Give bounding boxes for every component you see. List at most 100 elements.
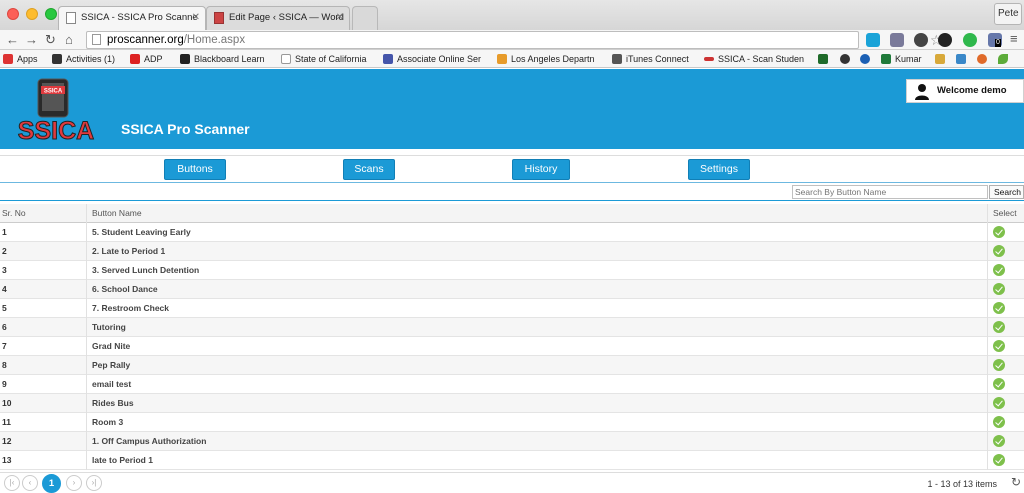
extension-icon[interactable] xyxy=(890,33,904,47)
select-check-icon[interactable] xyxy=(993,397,1005,409)
row-sr-no: 1 xyxy=(0,223,87,242)
column-button-name[interactable]: Button Name xyxy=(88,204,988,223)
bookmark-icon[interactable] xyxy=(860,50,872,68)
table-row[interactable]: 10 Rides Bus xyxy=(0,394,1024,413)
evernote-icon[interactable] xyxy=(963,33,977,47)
bookmark-associate[interactable]: Associate Online Ser xyxy=(383,50,485,68)
table-row[interactable]: 1 5. Student Leaving Early xyxy=(0,223,1024,242)
table-header: Sr. No Button Name Select xyxy=(0,204,1024,223)
select-check-icon[interactable] xyxy=(993,264,1005,276)
bookmark-la-dept[interactable]: Los Angeles Departn xyxy=(497,50,600,68)
brand-title: SSICA Pro Scanner xyxy=(121,121,250,137)
apps-grid-icon xyxy=(3,54,13,64)
search-input[interactable] xyxy=(792,185,988,199)
row-sr-no: 5 xyxy=(0,299,87,318)
apple-icon[interactable] xyxy=(840,50,852,68)
extension-icon[interactable]: 0 xyxy=(988,33,1002,47)
bookmark-blackboard[interactable]: Blackboard Learn xyxy=(180,50,265,68)
menu-icon[interactable]: ≡ xyxy=(1010,31,1018,47)
table-row[interactable]: 13 late to Period 1 xyxy=(0,451,1024,470)
logo-wordmark: SSICA xyxy=(18,117,94,143)
bookmark-apps[interactable]: Apps xyxy=(3,50,38,68)
table-row[interactable]: 2 2. Late to Period 1 xyxy=(0,242,1024,261)
home-icon[interactable]: ⌂ xyxy=(65,32,73,48)
leaf-icon[interactable] xyxy=(998,50,1010,68)
table-row[interactable]: 6 Tutoring xyxy=(0,318,1024,337)
select-check-icon[interactable] xyxy=(993,321,1005,333)
bookmark-ssica-scan[interactable]: SSICA - Scan Studen xyxy=(704,50,808,68)
first-page-icon[interactable]: |‹ xyxy=(4,475,20,491)
new-tab-button[interactable] xyxy=(352,6,378,30)
ssica-logo: SSICA SSICA xyxy=(17,78,95,143)
menu-buttons[interactable]: Buttons xyxy=(164,159,226,180)
page-icon xyxy=(281,54,291,64)
pager-info: 1 - 13 of 13 items xyxy=(927,479,997,489)
forward-icon[interactable]: → xyxy=(25,32,38,48)
close-tab-icon[interactable]: ✕ xyxy=(192,7,200,29)
row-sr-no: 12 xyxy=(0,432,87,451)
table-row[interactable]: 12 1. Off Campus Authorization xyxy=(0,432,1024,451)
select-check-icon[interactable] xyxy=(993,416,1005,428)
table-row[interactable]: 11 Room 3 xyxy=(0,413,1024,432)
app-header: SSICA SSICA SSICA Pro Scanner Welcome de… xyxy=(0,69,1024,149)
row-sr-no: 3 xyxy=(0,261,87,280)
column-select[interactable]: Select xyxy=(989,204,1024,223)
table-row[interactable]: 8 Pep Rally xyxy=(0,356,1024,375)
page-icon xyxy=(92,34,101,45)
tab-title: SSICA - SSICA Pro Scanne xyxy=(81,12,198,23)
select-check-icon[interactable] xyxy=(993,340,1005,352)
prev-page-icon[interactable]: ‹ xyxy=(22,475,38,491)
table-row[interactable]: 3 3. Served Lunch Detention xyxy=(0,261,1024,280)
address-bar[interactable]: proscanner.org/Home.aspx ☆ xyxy=(86,31,943,49)
minimize-window-icon[interactable] xyxy=(26,8,38,20)
select-check-icon[interactable] xyxy=(993,226,1005,238)
select-check-icon[interactable] xyxy=(993,378,1005,390)
table-row[interactable]: 9 email test xyxy=(0,375,1024,394)
search-button[interactable]: Search xyxy=(989,185,1024,199)
menu-scans[interactable]: Scans xyxy=(343,159,395,180)
zoom-window-icon[interactable] xyxy=(45,8,57,20)
bookmark-icon[interactable] xyxy=(935,50,947,68)
extension-icon[interactable] xyxy=(914,33,928,47)
url-host: proscanner.org xyxy=(107,34,184,46)
search-row: Search xyxy=(0,184,1024,201)
next-page-icon[interactable]: › xyxy=(66,475,82,491)
refresh-icon[interactable]: ↻ xyxy=(1011,475,1021,489)
bookmark-icon[interactable] xyxy=(977,50,989,68)
bookmark-icon xyxy=(383,54,393,64)
row-sr-no: 13 xyxy=(0,451,87,470)
bookmark-icon[interactable] xyxy=(956,50,968,68)
extension-icon[interactable] xyxy=(866,33,880,47)
select-check-icon[interactable] xyxy=(993,359,1005,371)
select-check-icon[interactable] xyxy=(993,302,1005,314)
close-window-icon[interactable] xyxy=(7,8,19,20)
tab-title: Edit Page ‹ SSICA — Word xyxy=(229,12,344,23)
column-sr-no[interactable]: Sr. No xyxy=(0,204,87,223)
bookmark-icon[interactable] xyxy=(818,50,830,68)
reload-icon[interactable]: ↻ xyxy=(45,32,56,48)
bookmark-activities[interactable]: Activities (1) xyxy=(52,50,115,68)
current-page[interactable]: 1 xyxy=(42,474,61,493)
bookmark-itunes[interactable]: iTunes Connect xyxy=(612,50,689,68)
bookmark-adp[interactable]: ADP xyxy=(130,50,163,68)
extension-icon[interactable] xyxy=(938,33,952,47)
select-check-icon[interactable] xyxy=(993,454,1005,466)
bookmark-kumar[interactable]: Kumar xyxy=(881,50,922,68)
welcome-user[interactable]: Welcome demo xyxy=(906,79,1024,103)
browser-tab-edit-page[interactable]: Edit Page ‹ SSICA — Word ✕ xyxy=(206,6,350,30)
menu-settings[interactable]: Settings xyxy=(688,159,750,180)
bookmark-state-ca[interactable]: State of California xyxy=(281,50,367,68)
back-icon[interactable]: ← xyxy=(6,32,19,48)
select-check-icon[interactable] xyxy=(993,283,1005,295)
table-row[interactable]: 5 7. Restroom Check xyxy=(0,299,1024,318)
last-page-icon[interactable]: ›| xyxy=(86,475,102,491)
row-button-name: 6. School Dance xyxy=(88,280,988,299)
profile-button[interactable]: Pete xyxy=(994,3,1022,25)
select-check-icon[interactable] xyxy=(993,245,1005,257)
select-check-icon[interactable] xyxy=(993,435,1005,447)
table-row[interactable]: 7 Grad Nite xyxy=(0,337,1024,356)
menu-history[interactable]: History xyxy=(512,159,570,180)
table-row[interactable]: 4 6. School Dance xyxy=(0,280,1024,299)
browser-tab-ssica[interactable]: SSICA - SSICA Pro Scanne ✕ xyxy=(58,6,206,30)
close-tab-icon[interactable]: ✕ xyxy=(336,7,344,29)
